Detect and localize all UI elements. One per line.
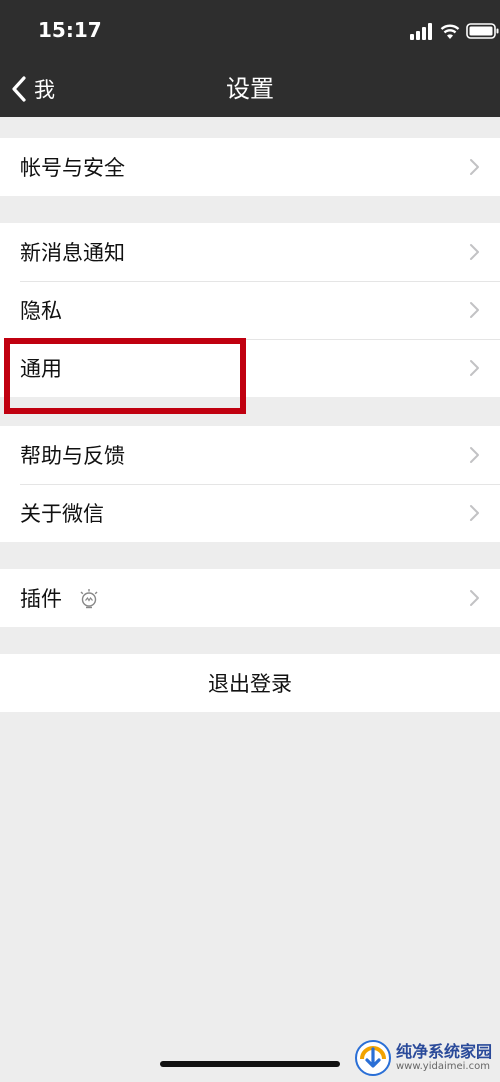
chevron-right-icon [470, 505, 479, 521]
settings-item-label: 通用 [20, 357, 62, 381]
watermark-url: www.yidaimei.com [395, 1061, 490, 1072]
settings-item-label: 新消息通知 [20, 241, 125, 265]
signal-icon [410, 23, 432, 40]
status-time: 15:17 [38, 18, 102, 42]
settings-group-help: 帮助与反馈 关于微信 [0, 426, 500, 542]
watermark: 纯净系统家园 www.yidaimei.com [354, 1038, 492, 1078]
chevron-right-icon [470, 590, 479, 606]
nav-header: 15:17 我 设置 [0, 0, 500, 117]
bulb-icon [80, 589, 98, 609]
settings-group-account: 帐号与安全 [0, 138, 500, 196]
settings-item-label: 帮助与反馈 [20, 444, 125, 468]
chevron-right-icon [470, 360, 479, 376]
settings-item-notifications[interactable]: 新消息通知 [0, 223, 500, 281]
settings-group-plugins: 插件 [0, 569, 500, 627]
battery-icon [466, 23, 499, 39]
settings-item-label: 帐号与安全 [20, 156, 125, 180]
settings-item-account-security[interactable]: 帐号与安全 [0, 138, 500, 196]
settings-item-privacy[interactable]: 隐私 [0, 281, 500, 339]
wifi-icon [440, 24, 460, 39]
settings-item-general[interactable]: 通用 [0, 339, 500, 397]
settings-item-plugins[interactable]: 插件 [0, 569, 500, 627]
home-indicator [160, 1061, 340, 1067]
settings-group-general: 新消息通知 隐私 通用 [0, 223, 500, 397]
watermark-title: 纯净系统家园 [395, 1042, 492, 1061]
settings-item-label: 隐私 [20, 299, 62, 323]
watermark-logo-icon [354, 1040, 391, 1076]
chevron-right-icon [470, 159, 479, 175]
chevron-right-icon [470, 447, 479, 463]
chevron-right-icon [470, 302, 479, 318]
logout-button[interactable]: 退出登录 [0, 654, 500, 712]
settings-item-help-feedback[interactable]: 帮助与反馈 [0, 426, 500, 484]
settings-item-about[interactable]: 关于微信 [0, 484, 500, 542]
settings-item-label: 插件 [20, 587, 62, 611]
page-title: 设置 [226, 75, 274, 103]
chevron-right-icon [470, 244, 479, 260]
settings-item-label: 关于微信 [20, 502, 104, 526]
